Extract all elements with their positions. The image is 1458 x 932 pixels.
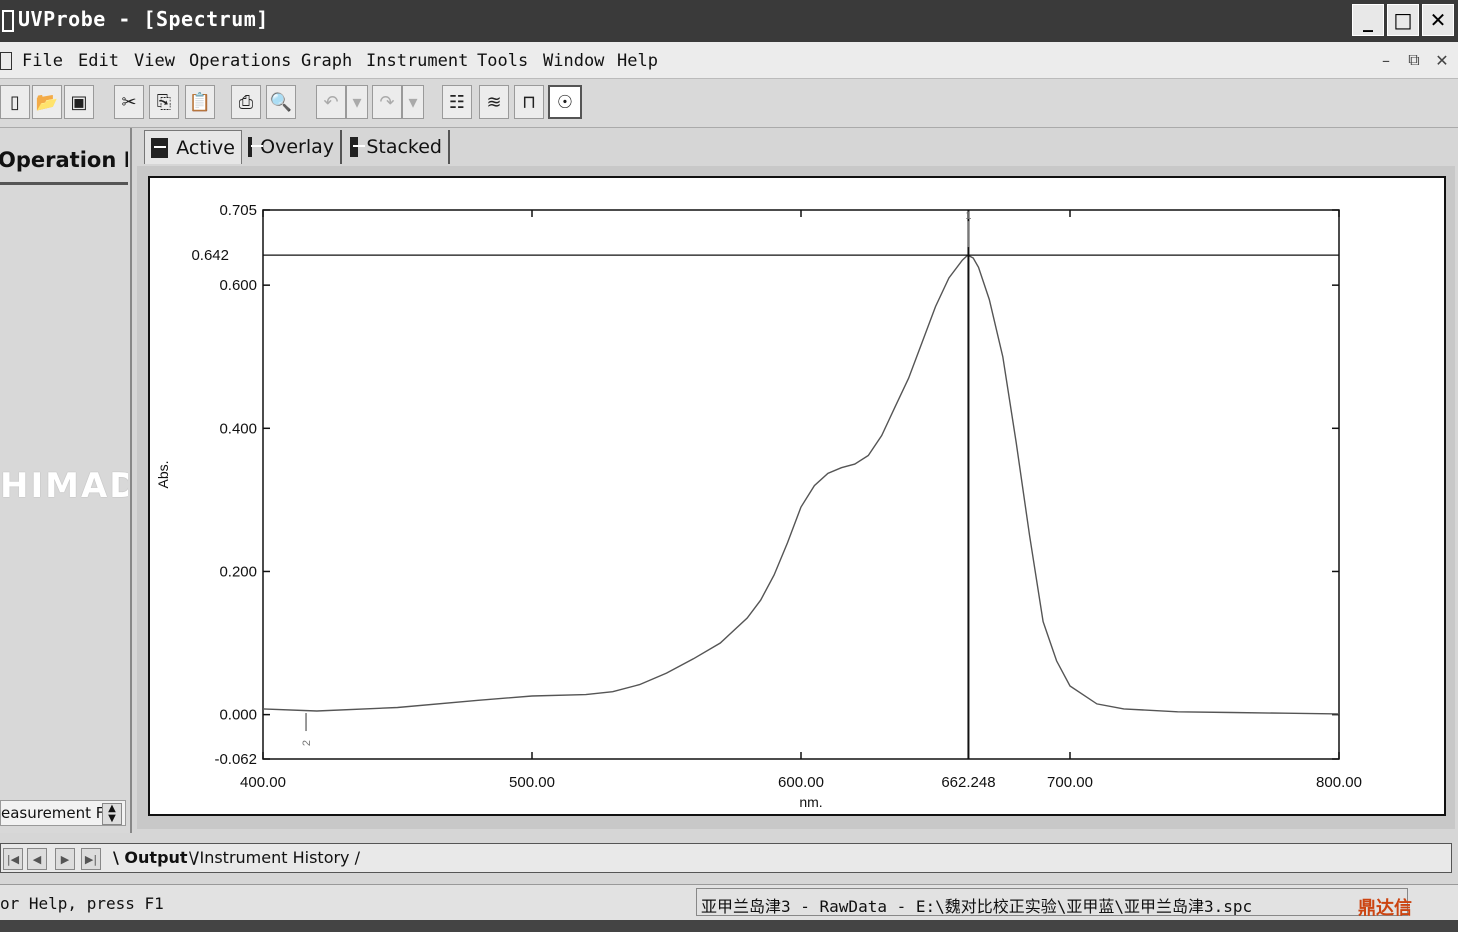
copy-icon[interactable]: ⎘: [149, 85, 179, 119]
peak-marker-label: 1: [965, 210, 971, 222]
cursor-y-value: 0.642: [191, 247, 229, 264]
tab-label: Active: [176, 136, 235, 159]
prev-tab-icon[interactable]: ◀: [27, 848, 47, 870]
y-tick-label: 0.705: [219, 202, 257, 219]
watermark: 鼎达信: [1358, 898, 1412, 919]
last-tab-icon[interactable]: ▶|: [81, 848, 101, 870]
maximize-button[interactable]: □: [1387, 4, 1419, 36]
tab-output[interactable]: \ Output /: [113, 848, 199, 867]
cut-icon[interactable]: ✂: [114, 85, 144, 119]
minimize-button[interactable]: _: [1352, 4, 1384, 36]
menu-edit[interactable]: Edit: [78, 51, 119, 71]
redo-dropdown-icon[interactable]: ▾: [402, 85, 424, 119]
output-tab-bar: |◀ ◀ ▶ ▶| \ Output / \ Instrument Histor…: [0, 843, 1452, 873]
instrument-icon[interactable]: ⊓: [514, 85, 544, 119]
tab-label: Stacked: [366, 136, 442, 158]
close-button[interactable]: ✕: [1422, 4, 1454, 36]
operation-panel-title: Operation Pa: [0, 138, 128, 185]
undo-icon[interactable]: ↶: [316, 85, 346, 119]
mdi-minimize-button[interactable]: –: [1376, 50, 1396, 70]
undo-dropdown-icon[interactable]: ▾: [346, 85, 368, 119]
spectrum-tab-icon: [350, 137, 366, 157]
next-tab-icon[interactable]: ▶: [55, 848, 75, 870]
y-tick-label: 0.600: [219, 277, 257, 294]
tab-label: Overlay: [260, 136, 334, 158]
y-tick-label: 0.000: [219, 707, 257, 724]
bottom-edge: [0, 920, 1458, 932]
menu-graph[interactable]: Graph: [301, 51, 352, 71]
menu-window[interactable]: Window: [543, 51, 604, 71]
connect-icon[interactable]: ☉: [548, 85, 582, 119]
operation-panel: Operation Pa HIMAD easurement F ▲▼: [0, 128, 132, 833]
x-tick-label: 800.00: [1316, 774, 1362, 791]
x-tick-label: 662.248: [941, 774, 995, 791]
status-bar: or Help, press F1 亚甲兰岛津3 - RawData - E:\…: [0, 884, 1458, 921]
menu-help[interactable]: Help: [617, 51, 658, 71]
tab-active[interactable]: Active: [144, 130, 242, 164]
status-help-text: or Help, press F1: [0, 894, 164, 913]
spectrum-graph-frame[interactable]: -0.062 0.000 0.200 0.400 0.600 0.705 400.00 500…: [148, 176, 1446, 816]
toolbar: ▯ 📂 ▣ ✂ ⎘ 📋 ⎙ 🔍 ↶ ▾ ↷ ▾ ☷ ≋ ⊓ ☉: [0, 79, 1458, 128]
menu-operations[interactable]: Operations: [189, 51, 291, 71]
title-bar: UVProbe - [Spectrum] _ □ ✕: [0, 0, 1458, 42]
menu-file[interactable]: File: [22, 51, 63, 71]
y-axis-label: Abs.: [155, 460, 171, 488]
print-icon[interactable]: ⎙: [231, 85, 261, 119]
tab-overlay[interactable]: Overlay: [242, 130, 342, 164]
x-axis-label: nm.: [799, 794, 822, 810]
shimadzu-logo: HIMAD: [0, 466, 128, 506]
first-tab-icon[interactable]: |◀: [3, 848, 23, 870]
print-preview-icon[interactable]: 🔍: [266, 85, 296, 119]
mdi-close-button[interactable]: ✕: [1432, 50, 1452, 70]
paste-icon[interactable]: 📋: [185, 85, 215, 119]
save-icon[interactable]: ▣: [64, 85, 94, 119]
method-icon[interactable]: ☷: [442, 85, 472, 119]
x-tick-label: 700.00: [1047, 774, 1093, 791]
mdi-restore-button[interactable]: ⧉: [1404, 50, 1424, 70]
redo-icon[interactable]: ↷: [372, 85, 402, 119]
y-tick-label: 0.400: [219, 420, 257, 437]
y-tick-label: -0.062: [214, 751, 257, 768]
spectrum-tab-icon: [151, 137, 169, 158]
measurement-label: easurement F: [1, 804, 105, 822]
document-icon[interactable]: [0, 52, 12, 70]
peak-marker-label: 2: [301, 740, 313, 746]
app-icon: [2, 10, 14, 32]
tab-stacked[interactable]: Stacked: [344, 130, 450, 164]
new-file-icon[interactable]: ▯: [0, 85, 30, 119]
status-file-path: 亚甲兰岛津3 - RawData - E:\魏对比校正实验\亚甲蓝\亚甲兰岛津3…: [696, 888, 1408, 916]
measurement-panel-selector[interactable]: easurement F ▲ ▼: [0, 800, 126, 826]
spectrum-window-icon[interactable]: ≋: [479, 85, 509, 119]
spin-arrows-icon[interactable]: ▲ ▼: [102, 803, 122, 825]
tab-instrument-history[interactable]: \ Instrument History /: [189, 848, 360, 867]
x-tick-label: 600.00: [778, 774, 824, 791]
menu-tools[interactable]: Tools: [477, 51, 528, 71]
y-tick-label: 0.200: [219, 563, 257, 580]
menu-instrument[interactable]: Instrument: [366, 51, 468, 71]
spectrum-chart[interactable]: -0.062 0.000 0.200 0.400 0.600 0.705 400.00 500…: [150, 178, 1444, 814]
spectrum-tab-icon: [248, 137, 264, 157]
x-tick-label: 400.00: [240, 774, 286, 791]
menu-view[interactable]: View: [134, 51, 175, 71]
menu-bar: File Edit View Operations Graph Instrume…: [0, 42, 1458, 79]
plot-area: [262, 209, 1340, 760]
open-folder-icon[interactable]: 📂: [32, 85, 62, 119]
window-title: UVProbe - [Spectrum]: [18, 7, 269, 31]
x-tick-label: 500.00: [509, 774, 555, 791]
